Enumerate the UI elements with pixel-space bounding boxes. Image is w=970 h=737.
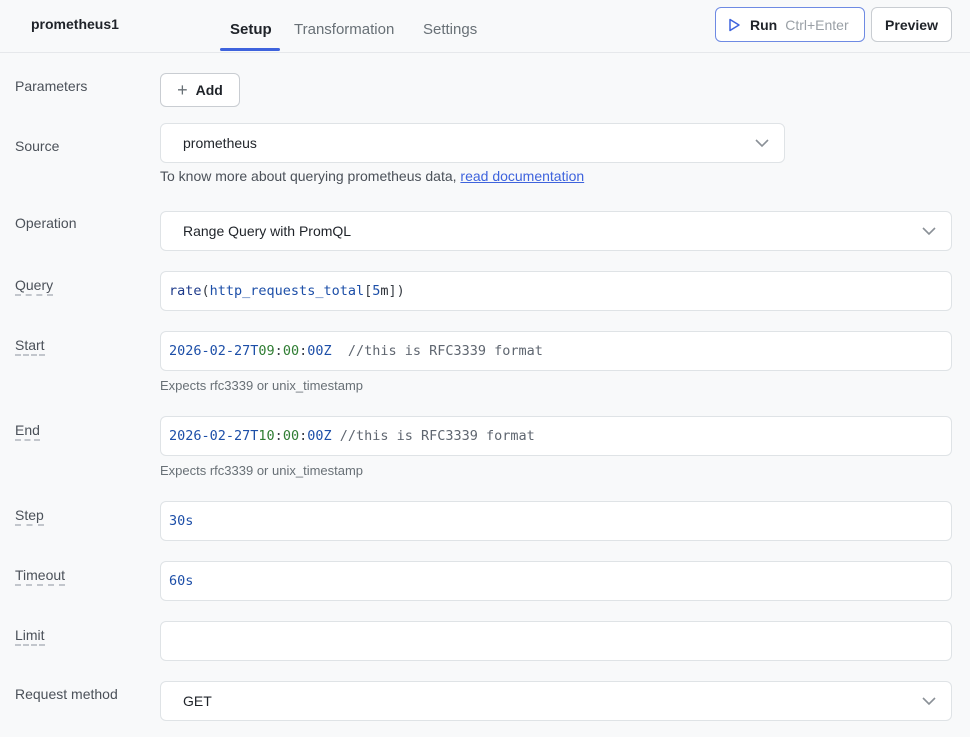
query-close: ]) bbox=[388, 283, 405, 299]
start-hour: 09 bbox=[258, 343, 275, 359]
end-label: End bbox=[15, 422, 40, 441]
source-value: prometheus bbox=[183, 135, 257, 151]
end-colon-2: : bbox=[299, 428, 308, 444]
query-open: ( bbox=[201, 283, 210, 299]
start-date: 2026-02-27T bbox=[169, 343, 259, 359]
end-hint: Expects rfc3339 or unix_timestamp bbox=[160, 463, 364, 478]
chevron-down-icon bbox=[755, 139, 769, 148]
request-method-value: GET bbox=[183, 693, 212, 709]
step-label: Step bbox=[15, 507, 44, 526]
operation-select[interactable]: Range Query with PromQL bbox=[160, 211, 952, 251]
start-second: 00Z bbox=[307, 343, 332, 359]
start-editor[interactable]: 2026-02-27T 09:00:00Z //this is RFC3339 f… bbox=[160, 331, 952, 371]
request-method-label: Request method bbox=[15, 686, 118, 702]
plus-icon: + bbox=[177, 80, 188, 100]
tab-settings[interactable]: Settings bbox=[423, 21, 477, 38]
end-comment: //this is RFC3339 format bbox=[331, 428, 535, 444]
timeout-editor[interactable]: 60s bbox=[160, 561, 952, 601]
end-date: 2026-02-27T bbox=[169, 428, 259, 444]
timeout-label: Timeout bbox=[15, 567, 66, 586]
limit-editor[interactable] bbox=[160, 621, 952, 661]
step-value: 30s bbox=[169, 513, 194, 529]
chevron-down-icon bbox=[922, 227, 936, 236]
parameters-label: Parameters bbox=[15, 78, 88, 94]
start-label: Start bbox=[15, 337, 45, 356]
run-button[interactable]: Run Ctrl+Enter bbox=[715, 7, 865, 42]
chevron-down-icon bbox=[922, 697, 936, 706]
start-colon-2: : bbox=[299, 343, 308, 359]
tab-setup[interactable]: Setup bbox=[230, 21, 272, 38]
end-minute: 00 bbox=[282, 428, 300, 444]
source-hint-text: To know more about querying prometheus d… bbox=[160, 168, 461, 184]
start-minute: 00 bbox=[282, 343, 300, 359]
preview-button[interactable]: Preview bbox=[871, 7, 952, 42]
end-hour: 10 bbox=[258, 428, 275, 444]
run-shortcut: Ctrl+Enter bbox=[785, 16, 849, 33]
query-name[interactable]: prometheus1 bbox=[31, 16, 119, 32]
start-hint: Expects rfc3339 or unix_timestamp bbox=[160, 378, 364, 393]
operation-value: Range Query with PromQL bbox=[183, 223, 352, 239]
source-select[interactable]: prometheus bbox=[160, 123, 785, 163]
add-label: Add bbox=[195, 82, 223, 98]
query-metric: http_requests_total bbox=[209, 283, 365, 299]
start-comment: //this is RFC3339 format bbox=[331, 343, 543, 359]
end-second: 00Z bbox=[307, 428, 332, 444]
read-documentation-link[interactable]: read documentation bbox=[460, 168, 584, 184]
source-hint: To know more about querying prometheus d… bbox=[160, 168, 584, 184]
query-header: prometheus1 Setup Transformation Setting… bbox=[0, 0, 970, 53]
query-lbracket: [ bbox=[364, 283, 373, 299]
operation-label: Operation bbox=[15, 215, 77, 231]
run-label: Run bbox=[750, 16, 778, 33]
active-tab-indicator bbox=[220, 48, 280, 51]
end-colon-1: : bbox=[274, 428, 283, 444]
query-range-num: 5 bbox=[372, 283, 381, 299]
query-label: Query bbox=[15, 277, 54, 296]
add-parameter-button[interactable]: + Add bbox=[160, 73, 240, 107]
step-editor[interactable]: 30s bbox=[160, 501, 952, 541]
query-range-unit: m bbox=[380, 283, 389, 299]
limit-label: Limit bbox=[15, 627, 45, 646]
tab-transformation[interactable]: Transformation bbox=[294, 21, 394, 38]
start-colon-1: : bbox=[274, 343, 283, 359]
query-fn: rate bbox=[169, 283, 202, 299]
play-icon bbox=[729, 18, 740, 31]
source-label: Source bbox=[15, 138, 60, 154]
timeout-value: 60s bbox=[169, 573, 194, 589]
end-editor[interactable]: 2026-02-27T 10:00:00Z //this is RFC3339 f… bbox=[160, 416, 952, 456]
request-method-select[interactable]: GET bbox=[160, 681, 952, 721]
query-editor[interactable]: rate(http_requests_total[5 m]) bbox=[160, 271, 952, 311]
